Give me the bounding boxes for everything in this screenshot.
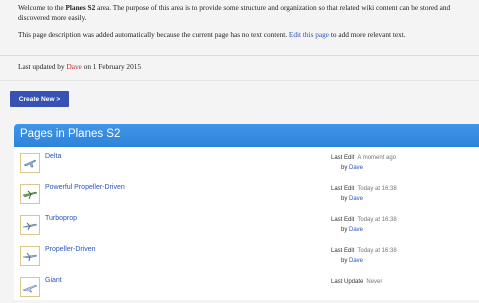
last-updated: Last updated by Dave on 1 February 2015 (18, 62, 142, 71)
pages-panel-header: Pages in Planes S2 (14, 124, 479, 147)
divider (0, 80, 479, 81)
area-name: Planes S2 (65, 3, 96, 12)
author-link[interactable]: Dave (349, 227, 363, 233)
welcome-paragraph: Welcome to the Planes S2 area. The purpo… (18, 3, 451, 22)
list-item: Turboprop Last Edit Today at 16:38 by Dav… (14, 211, 479, 241)
edit-page-link[interactable]: Edit this page (289, 30, 329, 39)
page-link-giant[interactable]: Giant (45, 277, 62, 284)
page-meta: Last Edit Today at 16:38 by Dave (331, 248, 397, 264)
auto-description-paragraph: This page description was added automati… (18, 30, 406, 40)
create-new-button[interactable]: Create New > (10, 91, 69, 107)
page-link-powerful-propeller-driven[interactable]: Powerful Propeller-Driven (45, 184, 125, 191)
page-link-propeller-driven[interactable]: Propeller-Driven (45, 246, 96, 253)
page-meta: Last Edit Today at 16:38 by Dave (331, 217, 397, 233)
propeller-driven-plane-icon[interactable] (20, 246, 40, 266)
pages-panel-title: Pages in Planes S2 (20, 128, 121, 140)
list-item: Giant Last Update Never (14, 273, 479, 303)
page-meta: Last Edit A moment ago by Dave (331, 155, 397, 171)
page-link-turboprop[interactable]: Turboprop (45, 215, 77, 222)
list-item: Propeller-Driven Last Edit Today at 16:38… (14, 242, 479, 272)
list-item: Powerful Propeller-Driven Last Edit Today… (14, 180, 479, 210)
page-description: Welcome to the Planes S2 area. The purpo… (18, 3, 476, 40)
delta-plane-icon[interactable] (20, 153, 40, 173)
divider (0, 55, 479, 56)
page-meta: Last Update Never (331, 279, 383, 285)
pages-list: Delta Last Edit A moment ago by Dave Powe… (14, 147, 479, 300)
propeller-plane-icon[interactable] (20, 184, 40, 204)
turboprop-plane-icon[interactable] (20, 215, 40, 235)
author-link[interactable]: Dave (349, 258, 363, 264)
author-link[interactable]: Dave (349, 165, 363, 171)
last-updated-user-link[interactable]: Dave (66, 62, 81, 71)
giant-plane-icon[interactable] (20, 277, 40, 297)
list-item: Delta Last Edit A moment ago by Dave (14, 149, 479, 179)
page-link-delta[interactable]: Delta (45, 153, 61, 160)
page-meta: Last Edit Today at 16:38 by Dave (331, 186, 397, 202)
author-link[interactable]: Dave (349, 196, 363, 202)
